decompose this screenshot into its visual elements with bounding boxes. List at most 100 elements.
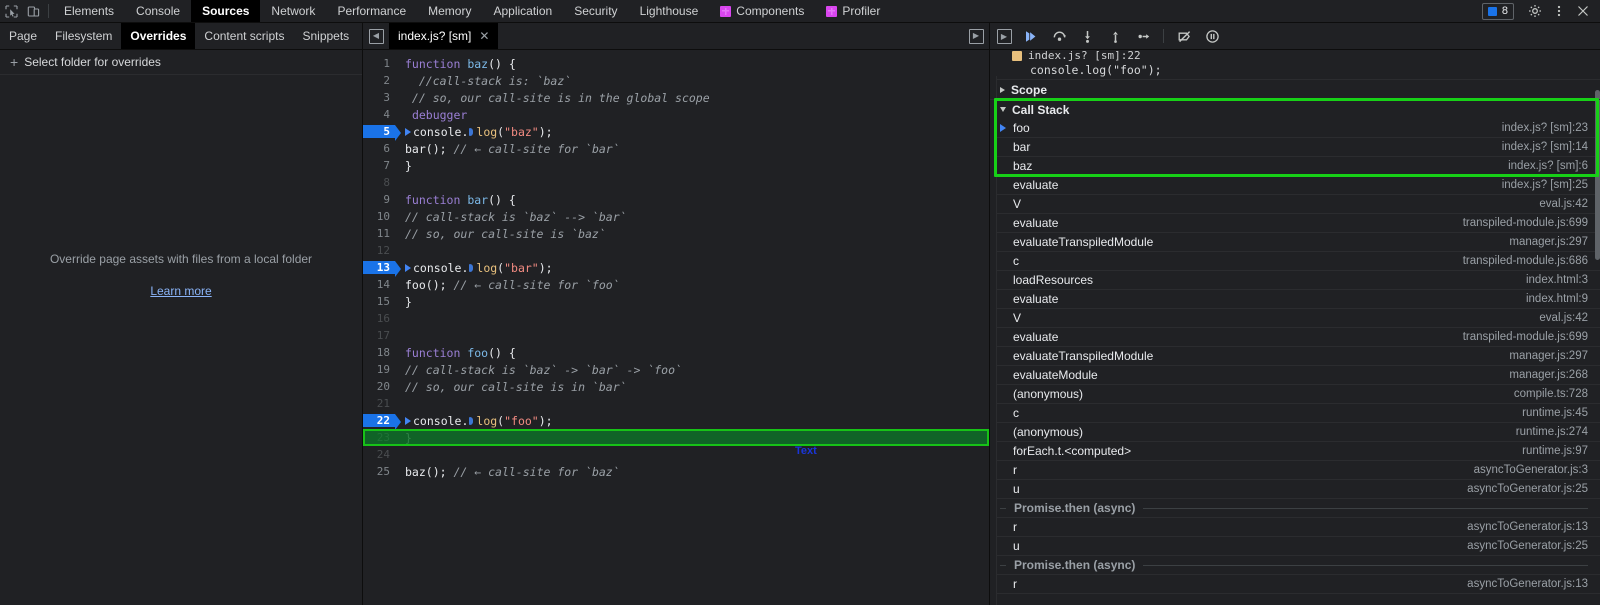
deactivate-breakpoints-button[interactable] (1171, 25, 1197, 47)
step-over-button[interactable] (1046, 25, 1072, 47)
line-number-13[interactable]: 13 (363, 261, 401, 277)
learn-more-link[interactable]: Learn more (150, 284, 211, 298)
tab-console[interactable]: Console (125, 0, 191, 22)
navigator-tab-snippets[interactable]: Snippets (293, 23, 358, 49)
breakpoint-checkbox-icon[interactable] (1012, 50, 1022, 61)
call-stack-row[interactable]: c runtime.js:45 (990, 404, 1600, 423)
call-stack-row[interactable]: bar index.js? [sm]:14 (990, 138, 1600, 157)
call-stack-row[interactable]: r asyncToGenerator.js:3 (990, 461, 1600, 480)
tab-memory[interactable]: Memory (417, 0, 482, 22)
line-number-19[interactable]: 19 (363, 363, 395, 376)
navigator-tab-page[interactable]: Page (0, 23, 46, 49)
line-number-15[interactable]: 15 (363, 295, 395, 308)
line-number-22[interactable]: 22 (363, 414, 401, 430)
navigator-tab-overrides[interactable]: Overrides (121, 23, 196, 49)
line-number-9[interactable]: 9 (363, 193, 395, 206)
call-stack-row[interactable]: forEach.t.<computed> runtime.js:97 (990, 442, 1600, 461)
inline-breakpoint-icon[interactable] (468, 128, 476, 137)
code-line-18[interactable]: 18 function foo() { (363, 344, 989, 361)
pause-on-exceptions-button[interactable] (1199, 25, 1225, 47)
tab-lighthouse[interactable]: Lighthouse (629, 0, 710, 22)
line-number-17[interactable]: 17 (363, 329, 395, 342)
tab-components[interactable]: Components (709, 0, 815, 22)
close-icon[interactable]: ✕ (479, 29, 489, 43)
tab-security[interactable]: Security (563, 0, 628, 22)
code-line-13[interactable]: 13 console. log("bar"); (363, 259, 989, 277)
call-stack-row[interactable]: loadResources index.html:3 (990, 271, 1600, 290)
call-stack-row[interactable]: foo index.js? [sm]:23 (990, 119, 1600, 138)
code-editor[interactable]: 1 function baz() {2 //call-stack is: `baz… (363, 50, 989, 605)
step-out-button[interactable] (1102, 25, 1128, 47)
navigator-tab-filesystem[interactable]: Filesystem (46, 23, 121, 49)
call-stack-row[interactable]: (anonymous) compile.ts:728 (990, 385, 1600, 404)
inspect-element-icon[interactable] (0, 0, 22, 22)
line-number-21[interactable]: 21 (363, 397, 395, 410)
code-line-12[interactable]: 12 (363, 242, 989, 259)
inline-breakpoint-icon[interactable] (468, 264, 476, 273)
select-folder-for-overrides-button[interactable]: + Select folder for overrides (0, 50, 362, 75)
line-number-18[interactable]: 18 (363, 346, 395, 359)
line-number-3[interactable]: 3 (363, 91, 395, 104)
call-stack-row[interactable]: c transpiled-module.js:686 (990, 252, 1600, 271)
show-navigator-icon[interactable]: ◀ (363, 23, 389, 49)
call-stack-row[interactable]: evaluate transpiled-module.js:699 (990, 214, 1600, 233)
line-number-10[interactable]: 10 (363, 210, 395, 223)
code-line-5[interactable]: 5 console. log("baz"); (363, 123, 989, 141)
code-line-14[interactable]: 14 foo(); // ← call-site for `foo` (363, 276, 989, 293)
code-line-21[interactable]: 21 (363, 395, 989, 412)
line-number-6[interactable]: 6 (363, 142, 395, 155)
breakpoint-marker-icon[interactable] (405, 127, 412, 137)
file-tab-index-js[interactable]: index.js? [sm] ✕ (389, 23, 499, 49)
call-stack-row[interactable]: evaluateModule manager.js:268 (990, 366, 1600, 385)
step-into-button[interactable] (1074, 25, 1100, 47)
code-line-3[interactable]: 3 // so, our call-site is in the global … (363, 89, 989, 106)
code-line-1[interactable]: 1 function baz() { (363, 55, 989, 72)
call-stack-row[interactable]: baz index.js? [sm]:6 (990, 157, 1600, 176)
code-line-15[interactable]: 15} (363, 293, 989, 310)
scope-section-header[interactable]: Scope (990, 79, 1600, 99)
settings-gear-icon[interactable] (1524, 0, 1546, 22)
tab-performance[interactable]: Performance (326, 0, 417, 22)
line-number-16[interactable]: 16 (363, 312, 395, 325)
call-stack-row[interactable]: u asyncToGenerator.js:25 (990, 480, 1600, 499)
call-stack-row[interactable]: evaluate index.html:9 (990, 290, 1600, 309)
step-button[interactable] (1130, 25, 1156, 47)
line-number-7[interactable]: 7 (363, 159, 395, 172)
code-line-19[interactable]: 19 // call-stack is `baz` -> `bar` -> `fo… (363, 361, 989, 378)
call-stack-row[interactable]: evaluateTranspiledModule manager.js:297 (990, 233, 1600, 252)
line-number-11[interactable]: 11 (363, 227, 395, 240)
line-number-1[interactable]: 1 (363, 57, 395, 70)
breakpoint-preview[interactable]: index.js? [sm]:22 console.log("foo"); (990, 50, 1600, 79)
code-line-22[interactable]: 22 console. log("foo"); (363, 412, 989, 430)
call-stack-row[interactable]: evaluate index.js? [sm]:25 (990, 176, 1600, 195)
device-toolbar-icon[interactable] (22, 0, 44, 22)
line-number-23[interactable]: 23 (363, 431, 395, 444)
line-number-24[interactable]: 24 (363, 448, 395, 461)
show-debugger-sidebar-icon[interactable]: ▶ (992, 28, 1016, 44)
call-stack-row[interactable]: (anonymous) runtime.js:274 (990, 423, 1600, 442)
code-line-20[interactable]: 20 // so, our call-site is in `bar` (363, 378, 989, 395)
call-stack-row[interactable]: Veval.js:42 (990, 195, 1600, 214)
call-stack-row[interactable]: evaluateTranspiledModule manager.js:297 (990, 347, 1600, 366)
breakpoint-file-row[interactable]: index.js? [sm]:22 (1012, 50, 1600, 61)
line-number-5[interactable]: 5 (363, 125, 401, 141)
line-number-8[interactable]: 8 (363, 176, 395, 189)
code-line-16[interactable]: 16 (363, 310, 989, 327)
call-stack-row[interactable]: evaluate transpiled-module.js:699 (990, 328, 1600, 347)
code-line-10[interactable]: 10 // call-stack is `baz` --> `bar` (363, 208, 989, 225)
tab-sources[interactable]: Sources (191, 0, 261, 22)
tab-network[interactable]: Network (260, 0, 326, 22)
debugger-sidebar-scroll[interactable]: index.js? [sm]:22 console.log("foo"); Sc… (990, 50, 1600, 605)
resume-script-execution-button[interactable] (1018, 25, 1044, 47)
code-line-24[interactable]: 24 (363, 446, 989, 463)
line-number-12[interactable]: 12 (363, 244, 395, 257)
line-number-25[interactable]: 25 (363, 465, 395, 478)
code-line-6[interactable]: 6 bar(); // ← call-site for `bar` (363, 140, 989, 157)
call-stack-row[interactable]: r asyncToGenerator.js:13 (990, 518, 1600, 537)
code-line-11[interactable]: 11 // so, our call-site is `baz` (363, 225, 989, 242)
call-stack-row[interactable]: r asyncToGenerator.js:13 (990, 575, 1600, 594)
code-line-17[interactable]: 17 (363, 327, 989, 344)
inline-breakpoint-icon[interactable] (468, 417, 476, 426)
navigator-tab-content-scripts[interactable]: Content scripts (195, 23, 293, 49)
line-number-2[interactable]: 2 (363, 74, 395, 87)
